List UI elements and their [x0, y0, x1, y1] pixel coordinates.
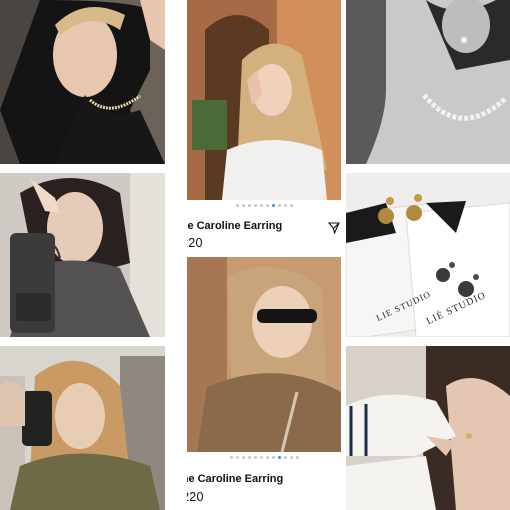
post-2-title: The Caroline Earring: [187, 473, 284, 485]
carousel-dot: [283, 456, 287, 459]
photo-woman-black-top-gold-necklace: [0, 0, 165, 164]
carousel-dot: [277, 204, 281, 207]
photo-woman-striped-sweater-earring: [346, 346, 510, 510]
carousel-dot: [229, 456, 233, 459]
carousel-dot-active: [277, 456, 281, 459]
carousel-dot: [241, 456, 245, 459]
carousel-dot: [265, 456, 269, 459]
carousel-dots: [187, 456, 341, 459]
post-1-photo-woman-doorway: [187, 0, 341, 200]
carousel-dot: [247, 456, 251, 459]
carousel-dot: [295, 456, 299, 459]
photo-tile-left-top[interactable]: [0, 0, 165, 164]
post-1-price: €220: [187, 236, 203, 250]
photo-pearl-necklace-bw: [346, 0, 510, 164]
carousel-dot: [241, 204, 245, 207]
photo-tile-left-bottom[interactable]: [0, 346, 165, 510]
photo-earrings-on-pouches: [346, 173, 510, 337]
carousel-dots: [187, 204, 341, 207]
post-2[interactable]: The Caroline Earring €220: [187, 257, 341, 510]
carousel-dot: [235, 456, 239, 459]
send-icon[interactable]: [328, 222, 340, 234]
carousel-dot: [265, 204, 269, 207]
post-2-price: €220: [187, 490, 204, 504]
photo-woman-phone-selfie-gray-turtleneck: [0, 173, 165, 337]
post-2-photo-woman-sunglasses-trench: [187, 257, 341, 452]
post-1[interactable]: The Caroline Earring €220: [187, 0, 341, 255]
carousel-dot: [283, 204, 287, 207]
photo-tile-right-top[interactable]: [346, 0, 510, 164]
carousel-dot: [289, 204, 293, 207]
photo-tile-right-middle[interactable]: LIE STUDIO LIÉ STUDIO: [346, 173, 510, 337]
carousel-dot: [235, 204, 239, 207]
carousel-dot: [259, 204, 263, 207]
photo-woman-mirror-plaid-blazer: [0, 346, 165, 510]
carousel-dot: [271, 456, 275, 459]
photo-tile-right-bottom[interactable]: [346, 346, 510, 510]
carousel-dot: [253, 456, 257, 459]
carousel-dot-active: [271, 204, 275, 207]
photo-tile-left-middle[interactable]: [0, 173, 165, 337]
carousel-dot: [259, 456, 263, 459]
carousel-dot: [289, 456, 293, 459]
carousel-dot: [253, 204, 257, 207]
carousel-dot: [247, 204, 251, 207]
post-1-title: The Caroline Earring: [187, 220, 283, 232]
